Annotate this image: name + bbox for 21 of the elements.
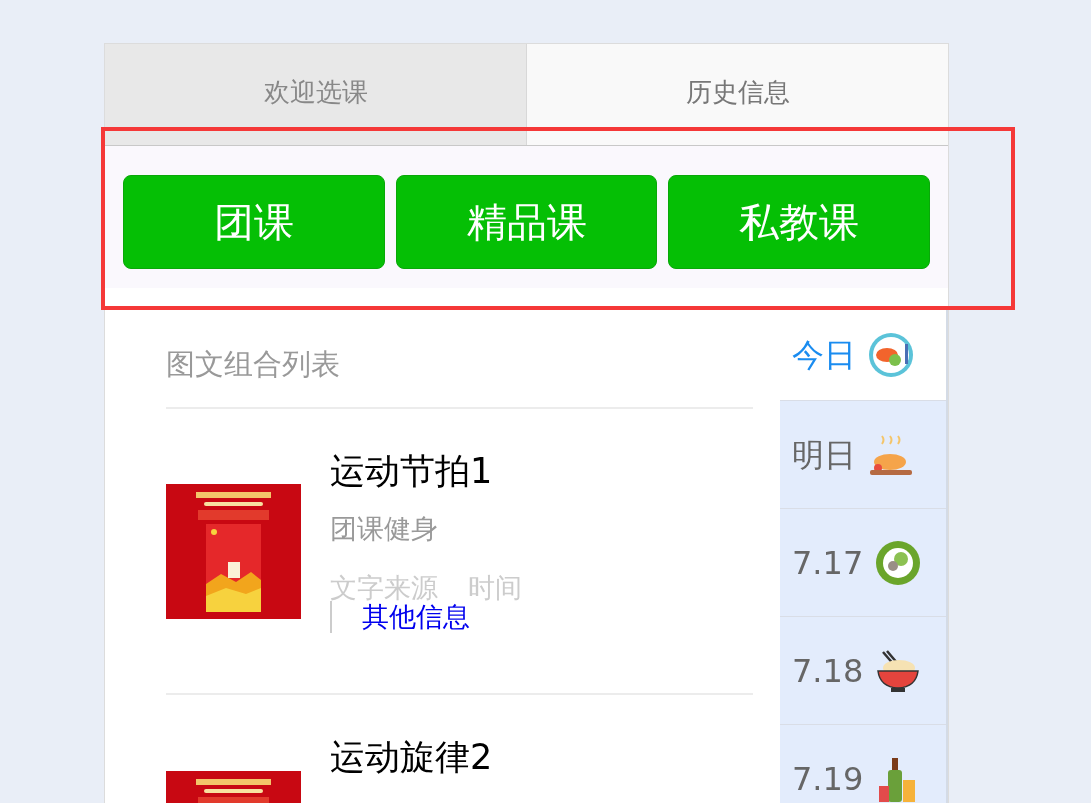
day-menu-item[interactable]: 7.17 [780, 508, 946, 616]
other-info-link[interactable]: 其他信息 [330, 601, 470, 633]
item-title: 运动节拍1 [330, 450, 494, 493]
day-menu-item[interactable]: 7.18 [780, 616, 946, 724]
course-button[interactable]: 私教课 [668, 175, 930, 269]
course-button[interactable]: 团课 [123, 175, 385, 269]
day-label: 7.18 [792, 650, 864, 692]
day-menu-item[interactable]: 明日 [780, 400, 946, 508]
day-label: 明日 [792, 434, 856, 476]
tab[interactable]: 历史信息 [526, 44, 948, 145]
tab[interactable]: 欢迎选课 [105, 44, 526, 145]
item-subtitle: 团课健身 [330, 512, 439, 546]
item-title: 运动旋律2 [330, 736, 493, 779]
day-menu-item[interactable]: 7.19 [780, 724, 946, 803]
course-button[interactable]: 精品课 [395, 175, 658, 269]
list-title: 图文组合列表 [166, 344, 753, 409]
fish-plate-icon [868, 332, 914, 378]
day-label: 今日 [792, 335, 856, 376]
salad-plate-icon [875, 539, 922, 586]
day-label: 7.19 [792, 758, 864, 800]
day-label: 7.17 [792, 542, 864, 584]
